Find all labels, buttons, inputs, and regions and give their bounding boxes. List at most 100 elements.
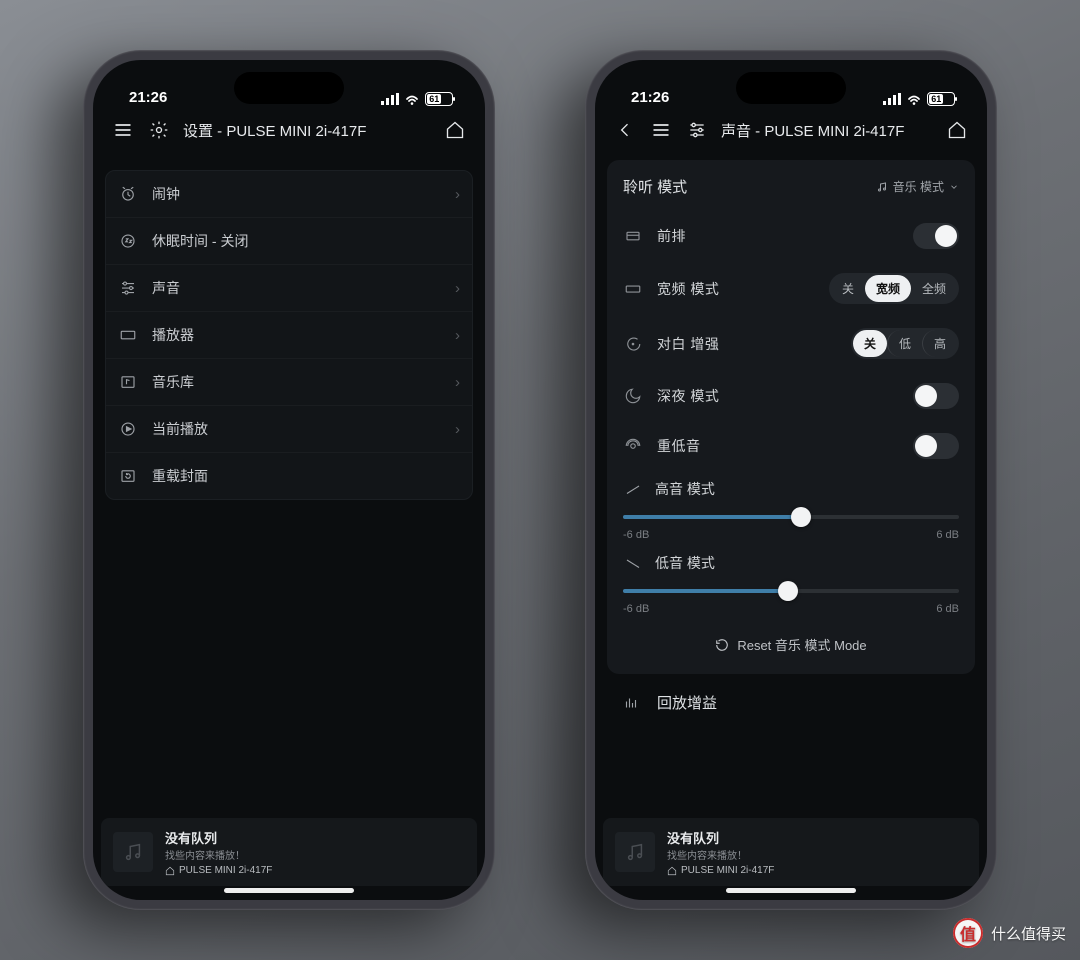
dialog-opt-high[interactable]: 高 <box>922 330 957 357</box>
row-label: 音乐库 <box>152 372 441 392</box>
home-indicator <box>224 888 354 893</box>
wifi-icon <box>906 93 922 105</box>
chevron-right-icon: › <box>455 421 460 438</box>
listening-mode-value[interactable]: 音乐 模式 <box>876 178 959 195</box>
row-late-night: 深夜 模式 <box>621 371 961 421</box>
dynamic-island <box>234 72 344 104</box>
menu-icon[interactable] <box>111 118 135 142</box>
sound-content[interactable]: 聆听 模式 音乐 模式 前排 宽频 模式 关 <box>595 152 987 818</box>
wide-mode-label: 宽频 模式 <box>657 279 815 299</box>
row-label: 重载封面 <box>152 466 460 486</box>
phone-right: 21:26 61 声音 - PULSE MINI 2i-417F <box>585 50 997 910</box>
chevron-right-icon: › <box>455 186 460 203</box>
sliders-icon <box>118 278 138 298</box>
row-label: 休眠时间 - 关闭 <box>152 231 460 251</box>
reset-label: Reset 音乐 模式 Mode <box>737 635 866 654</box>
album-art-icon <box>113 832 153 872</box>
cellular-icon <box>883 93 901 105</box>
cellular-icon <box>381 93 399 105</box>
deep-bass-label: 重低音 <box>657 436 899 456</box>
row-alarm[interactable]: 闹钟 › <box>106 171 472 218</box>
bass-mode-label: 低音 模式 <box>655 553 715 573</box>
home-icon[interactable] <box>443 118 467 142</box>
mini-player[interactable]: 没有队列 找些内容来播放！ PULSE MINI 2i-417F <box>603 818 979 886</box>
chevron-right-icon: › <box>455 280 460 297</box>
phone-left: 21:26 61 设置 - PULSE MINI 2i-417F <box>83 50 495 910</box>
gear-icon[interactable] <box>147 118 171 142</box>
bass-slider[interactable] <box>623 589 959 593</box>
listening-mode-panel: 聆听 模式 音乐 模式 前排 宽频 模式 关 <box>607 160 975 674</box>
row-nowplaying[interactable]: 当前播放 › <box>106 406 472 453</box>
late-night-toggle[interactable] <box>913 383 959 409</box>
dialog-segmented[interactable]: 关 低 高 <box>851 328 959 359</box>
replay-gain-icon <box>621 693 641 713</box>
row-front: 前排 <box>621 211 961 261</box>
late-night-label: 深夜 模式 <box>657 386 899 406</box>
sleep-icon <box>118 231 138 251</box>
listening-mode-header[interactable]: 聆听 模式 音乐 模式 <box>621 166 961 211</box>
home-icon[interactable] <box>945 118 969 142</box>
front-row-icon <box>623 226 643 246</box>
dynamic-island <box>736 72 846 104</box>
header-title: 设置 - PULSE MINI 2i-417F <box>183 120 431 141</box>
treble-slider-block: 高音 模式 -6 dB 6 dB <box>621 471 961 545</box>
row-label: 当前播放 <box>152 419 441 439</box>
wide-opt-off[interactable]: 关 <box>831 275 865 302</box>
mini-player-text: 没有队列 找些内容来播放！ PULSE MINI 2i-417F <box>667 828 774 876</box>
app-header-left: 设置 - PULSE MINI 2i-417F <box>93 110 485 152</box>
mini-player-device: PULSE MINI 2i-417F <box>165 865 272 876</box>
row-player[interactable]: 播放器 › <box>106 312 472 359</box>
front-row-toggle[interactable] <box>913 223 959 249</box>
home-indicator <box>726 888 856 893</box>
row-sound[interactable]: 声音 › <box>106 265 472 312</box>
dialog-opt-off[interactable]: 关 <box>853 330 887 357</box>
row-reload-cover[interactable]: 重载封面 <box>106 453 472 499</box>
wide-opt-wide[interactable]: 宽频 <box>865 275 911 302</box>
mini-player-device: PULSE MINI 2i-417F <box>667 865 774 876</box>
row-label: 闹钟 <box>152 184 441 204</box>
row-library[interactable]: 音乐库 › <box>106 359 472 406</box>
row-replay-gain[interactable]: 回放增益 <box>603 674 979 713</box>
slider-max: 6 dB <box>936 603 959 615</box>
reset-button[interactable]: Reset 音乐 模式 Mode <box>621 619 961 660</box>
deep-bass-toggle[interactable] <box>913 433 959 459</box>
slider-min: -6 dB <box>623 603 649 615</box>
mini-player-title: 没有队列 <box>165 828 272 847</box>
play-circle-icon <box>118 419 138 439</box>
wide-mode-icon <box>623 279 643 299</box>
battery-icon: 61 <box>927 92 955 106</box>
front-row-label: 前排 <box>657 226 899 246</box>
row-deep-bass: 重低音 <box>621 421 961 471</box>
row-label: 播放器 <box>152 325 441 345</box>
bass-slope-icon <box>623 553 643 573</box>
chevron-right-icon: › <box>455 374 460 391</box>
dialog-opt-low[interactable]: 低 <box>887 330 922 357</box>
mini-player-subtitle: 找些内容来播放！ <box>165 847 272 862</box>
treble-slider[interactable] <box>623 515 959 519</box>
wide-mode-segmented[interactable]: 关 宽频 全频 <box>829 273 959 304</box>
listening-mode-label: 聆听 模式 <box>623 176 687 197</box>
menu-icon[interactable] <box>649 118 673 142</box>
album-art-icon <box>615 832 655 872</box>
row-dialog-enhance: 对白 增强 关 低 高 <box>621 316 961 371</box>
sliders-icon[interactable] <box>685 118 709 142</box>
bass-icon <box>623 436 643 456</box>
mini-player-text: 没有队列 找些内容来播放！ PULSE MINI 2i-417F <box>165 828 272 876</box>
status-time: 21:26 <box>631 89 669 106</box>
slider-min: -6 dB <box>623 529 649 541</box>
library-icon <box>118 372 138 392</box>
screen-left: 21:26 61 设置 - PULSE MINI 2i-417F <box>93 60 485 900</box>
row-label: 声音 <box>152 278 441 298</box>
back-icon[interactable] <box>613 118 637 142</box>
wide-opt-full[interactable]: 全频 <box>911 275 957 302</box>
moon-icon <box>623 386 643 406</box>
treble-label: 高音 模式 <box>655 479 715 499</box>
watermark: 值 什么值得买 <box>953 918 1066 948</box>
mini-player-subtitle: 找些内容来播放！ <box>667 847 774 862</box>
alarm-icon <box>118 184 138 204</box>
dialog-label: 对白 增强 <box>657 334 837 354</box>
chevron-down-icon <box>949 182 959 192</box>
row-sleep[interactable]: 休眠时间 - 关闭 <box>106 218 472 265</box>
mini-player[interactable]: 没有队列 找些内容来播放！ PULSE MINI 2i-417F <box>101 818 477 886</box>
settings-list: 闹钟 › 休眠时间 - 关闭 声音 › 播放器 › <box>105 170 473 500</box>
